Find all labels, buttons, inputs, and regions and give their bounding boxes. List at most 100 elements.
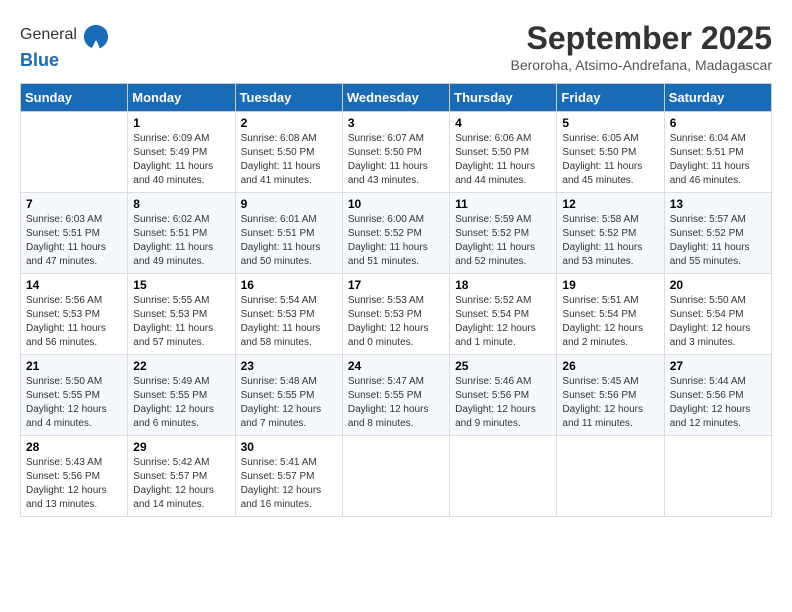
week-row-0: 1 Sunrise: 6:09 AM Sunset: 5:49 PM Daylig… xyxy=(21,112,772,193)
calendar-cell: 15 Sunrise: 5:55 AM Sunset: 5:53 PM Dayli… xyxy=(128,274,235,355)
header-sunday: Sunday xyxy=(21,84,128,112)
day-number: 23 xyxy=(241,359,337,373)
cell-details: Sunrise: 5:58 AM Sunset: 5:52 PM Dayligh… xyxy=(562,213,658,269)
calendar-cell: 24Sunrise: 5:47 AM Sunset: 5:55 PM Dayli… xyxy=(342,355,449,436)
cell-details: Sunrise: 5:52 AM Sunset: 5:54 PM Dayligh… xyxy=(455,294,551,350)
calendar-cell: 16 Sunrise: 5:54 AM Sunset: 5:53 PM Dayli… xyxy=(235,274,342,355)
cell-details: Sunrise: 6:01 AM Sunset: 5:51 PM Dayligh… xyxy=(241,213,337,269)
day-number: 15 xyxy=(133,278,229,292)
calendar-cell xyxy=(557,436,664,517)
cell-details: Sunrise: 6:09 AM Sunset: 5:49 PM Dayligh… xyxy=(133,132,229,188)
week-row-3: 21 Sunrise: 5:50 AM Sunset: 5:55 PM Dayli… xyxy=(21,355,772,436)
week-row-2: 14 Sunrise: 5:56 AM Sunset: 5:53 PM Dayli… xyxy=(21,274,772,355)
cell-details: Sunrise: 5:42 AM Sunset: 5:57 PM Dayligh… xyxy=(133,456,229,512)
calendar-cell: 6Sunrise: 6:04 AM Sunset: 5:51 PM Daylig… xyxy=(664,112,771,193)
calendar-cell: 14 Sunrise: 5:56 AM Sunset: 5:53 PM Dayli… xyxy=(21,274,128,355)
cell-details: Sunrise: 5:59 AM Sunset: 5:52 PM Dayligh… xyxy=(455,213,551,269)
day-number: 30 xyxy=(241,440,337,454)
calendar-cell: 21 Sunrise: 5:50 AM Sunset: 5:55 PM Dayli… xyxy=(21,355,128,436)
week-row-1: 7 Sunrise: 6:03 AM Sunset: 5:51 PM Daylig… xyxy=(21,193,772,274)
day-number: 7 xyxy=(26,197,122,211)
calendar-cell: 1 Sunrise: 6:09 AM Sunset: 5:49 PM Daylig… xyxy=(128,112,235,193)
calendar-header-row: SundayMondayTuesdayWednesdayThursdayFrid… xyxy=(21,84,772,112)
day-number: 25 xyxy=(455,359,551,373)
calendar-cell: 30 Sunrise: 5:41 AM Sunset: 5:57 PM Dayli… xyxy=(235,436,342,517)
cell-details: Sunrise: 5:45 AM Sunset: 5:56 PM Dayligh… xyxy=(562,375,658,431)
day-number: 12 xyxy=(562,197,658,211)
cell-details: Sunrise: 5:50 AM Sunset: 5:55 PM Dayligh… xyxy=(26,375,122,431)
calendar-cell: 17 Sunrise: 5:53 AM Sunset: 5:53 PM Dayli… xyxy=(342,274,449,355)
cell-details: Sunrise: 5:48 AM Sunset: 5:55 PM Dayligh… xyxy=(241,375,337,431)
header-thursday: Thursday xyxy=(450,84,557,112)
calendar-cell: 7 Sunrise: 6:03 AM Sunset: 5:51 PM Daylig… xyxy=(21,193,128,274)
day-number: 17 xyxy=(348,278,444,292)
logo: General Blue xyxy=(20,20,111,71)
calendar-body: 1 Sunrise: 6:09 AM Sunset: 5:49 PM Daylig… xyxy=(21,112,772,517)
day-number: 1 xyxy=(133,116,229,130)
header-saturday: Saturday xyxy=(664,84,771,112)
cell-details: Sunrise: 5:41 AM Sunset: 5:57 PM Dayligh… xyxy=(241,456,337,512)
day-number: 14 xyxy=(26,278,122,292)
cell-details: Sunrise: 6:07 AM Sunset: 5:50 PM Dayligh… xyxy=(348,132,444,188)
cell-details: Sunrise: 5:49 AM Sunset: 5:55 PM Dayligh… xyxy=(133,375,229,431)
day-number: 5 xyxy=(562,116,658,130)
calendar-cell: 26 Sunrise: 5:45 AM Sunset: 5:56 PM Dayli… xyxy=(557,355,664,436)
day-number: 4 xyxy=(455,116,551,130)
day-number: 19 xyxy=(562,278,658,292)
calendar-cell: 2 Sunrise: 6:08 AM Sunset: 5:50 PM Daylig… xyxy=(235,112,342,193)
cell-details: Sunrise: 5:47 AM Sunset: 5:55 PM Dayligh… xyxy=(348,375,444,431)
calendar-cell: 25 Sunrise: 5:46 AM Sunset: 5:56 PM Dayli… xyxy=(450,355,557,436)
cell-details: Sunrise: 6:02 AM Sunset: 5:51 PM Dayligh… xyxy=(133,213,229,269)
calendar-cell xyxy=(664,436,771,517)
calendar-cell: 10 Sunrise: 6:00 AM Sunset: 5:52 PM Dayli… xyxy=(342,193,449,274)
calendar-cell: 19 Sunrise: 5:51 AM Sunset: 5:54 PM Dayli… xyxy=(557,274,664,355)
cell-details: Sunrise: 6:08 AM Sunset: 5:50 PM Dayligh… xyxy=(241,132,337,188)
cell-details: Sunrise: 6:04 AM Sunset: 5:51 PM Dayligh… xyxy=(670,132,766,188)
calendar-cell: 12 Sunrise: 5:58 AM Sunset: 5:52 PM Dayli… xyxy=(557,193,664,274)
calendar-cell: 8Sunrise: 6:02 AM Sunset: 5:51 PM Daylig… xyxy=(128,193,235,274)
cell-details: Sunrise: 6:06 AM Sunset: 5:50 PM Dayligh… xyxy=(455,132,551,188)
calendar-cell: 29Sunrise: 5:42 AM Sunset: 5:57 PM Dayli… xyxy=(128,436,235,517)
month-title: September 2025 xyxy=(511,20,772,57)
calendar-cell: 22 Sunrise: 5:49 AM Sunset: 5:55 PM Dayli… xyxy=(128,355,235,436)
calendar-cell: 28Sunrise: 5:43 AM Sunset: 5:56 PM Dayli… xyxy=(21,436,128,517)
calendar-cell: 23 Sunrise: 5:48 AM Sunset: 5:55 PM Dayli… xyxy=(235,355,342,436)
day-number: 11 xyxy=(455,197,551,211)
cell-details: Sunrise: 5:50 AM Sunset: 5:54 PM Dayligh… xyxy=(670,294,766,350)
cell-details: Sunrise: 5:55 AM Sunset: 5:53 PM Dayligh… xyxy=(133,294,229,350)
day-number: 20 xyxy=(670,278,766,292)
calendar-cell: 3 Sunrise: 6:07 AM Sunset: 5:50 PM Daylig… xyxy=(342,112,449,193)
logo-icon xyxy=(81,20,111,50)
cell-details: Sunrise: 5:51 AM Sunset: 5:54 PM Dayligh… xyxy=(562,294,658,350)
day-number: 22 xyxy=(133,359,229,373)
day-number: 10 xyxy=(348,197,444,211)
day-number: 2 xyxy=(241,116,337,130)
header-friday: Friday xyxy=(557,84,664,112)
day-number: 21 xyxy=(26,359,122,373)
cell-details: Sunrise: 6:00 AM Sunset: 5:52 PM Dayligh… xyxy=(348,213,444,269)
cell-details: Sunrise: 6:03 AM Sunset: 5:51 PM Dayligh… xyxy=(26,213,122,269)
calendar-cell xyxy=(342,436,449,517)
day-number: 16 xyxy=(241,278,337,292)
calendar-cell: 18Sunrise: 5:52 AM Sunset: 5:54 PM Dayli… xyxy=(450,274,557,355)
calendar-cell xyxy=(450,436,557,517)
page-header: General Blue September 2025 Beroroha, At… xyxy=(20,20,772,73)
cell-details: Sunrise: 5:44 AM Sunset: 5:56 PM Dayligh… xyxy=(670,375,766,431)
calendar-cell: 20 Sunrise: 5:50 AM Sunset: 5:54 PM Dayli… xyxy=(664,274,771,355)
day-number: 26 xyxy=(562,359,658,373)
cell-details: Sunrise: 5:54 AM Sunset: 5:53 PM Dayligh… xyxy=(241,294,337,350)
calendar-cell xyxy=(21,112,128,193)
calendar-cell: 5Sunrise: 6:05 AM Sunset: 5:50 PM Daylig… xyxy=(557,112,664,193)
cell-details: Sunrise: 5:46 AM Sunset: 5:56 PM Dayligh… xyxy=(455,375,551,431)
calendar-table: SundayMondayTuesdayWednesdayThursdayFrid… xyxy=(20,83,772,517)
day-number: 3 xyxy=(348,116,444,130)
calendar-cell: 27Sunrise: 5:44 AM Sunset: 5:56 PM Dayli… xyxy=(664,355,771,436)
subtitle: Beroroha, Atsimo-Andrefana, Madagascar xyxy=(511,57,772,73)
week-row-4: 28Sunrise: 5:43 AM Sunset: 5:56 PM Dayli… xyxy=(21,436,772,517)
header-monday: Monday xyxy=(128,84,235,112)
cell-details: Sunrise: 5:57 AM Sunset: 5:52 PM Dayligh… xyxy=(670,213,766,269)
cell-details: Sunrise: 5:56 AM Sunset: 5:53 PM Dayligh… xyxy=(26,294,122,350)
logo-general-text: General xyxy=(20,26,77,44)
cell-details: Sunrise: 5:53 AM Sunset: 5:53 PM Dayligh… xyxy=(348,294,444,350)
calendar-cell: 4 Sunrise: 6:06 AM Sunset: 5:50 PM Daylig… xyxy=(450,112,557,193)
